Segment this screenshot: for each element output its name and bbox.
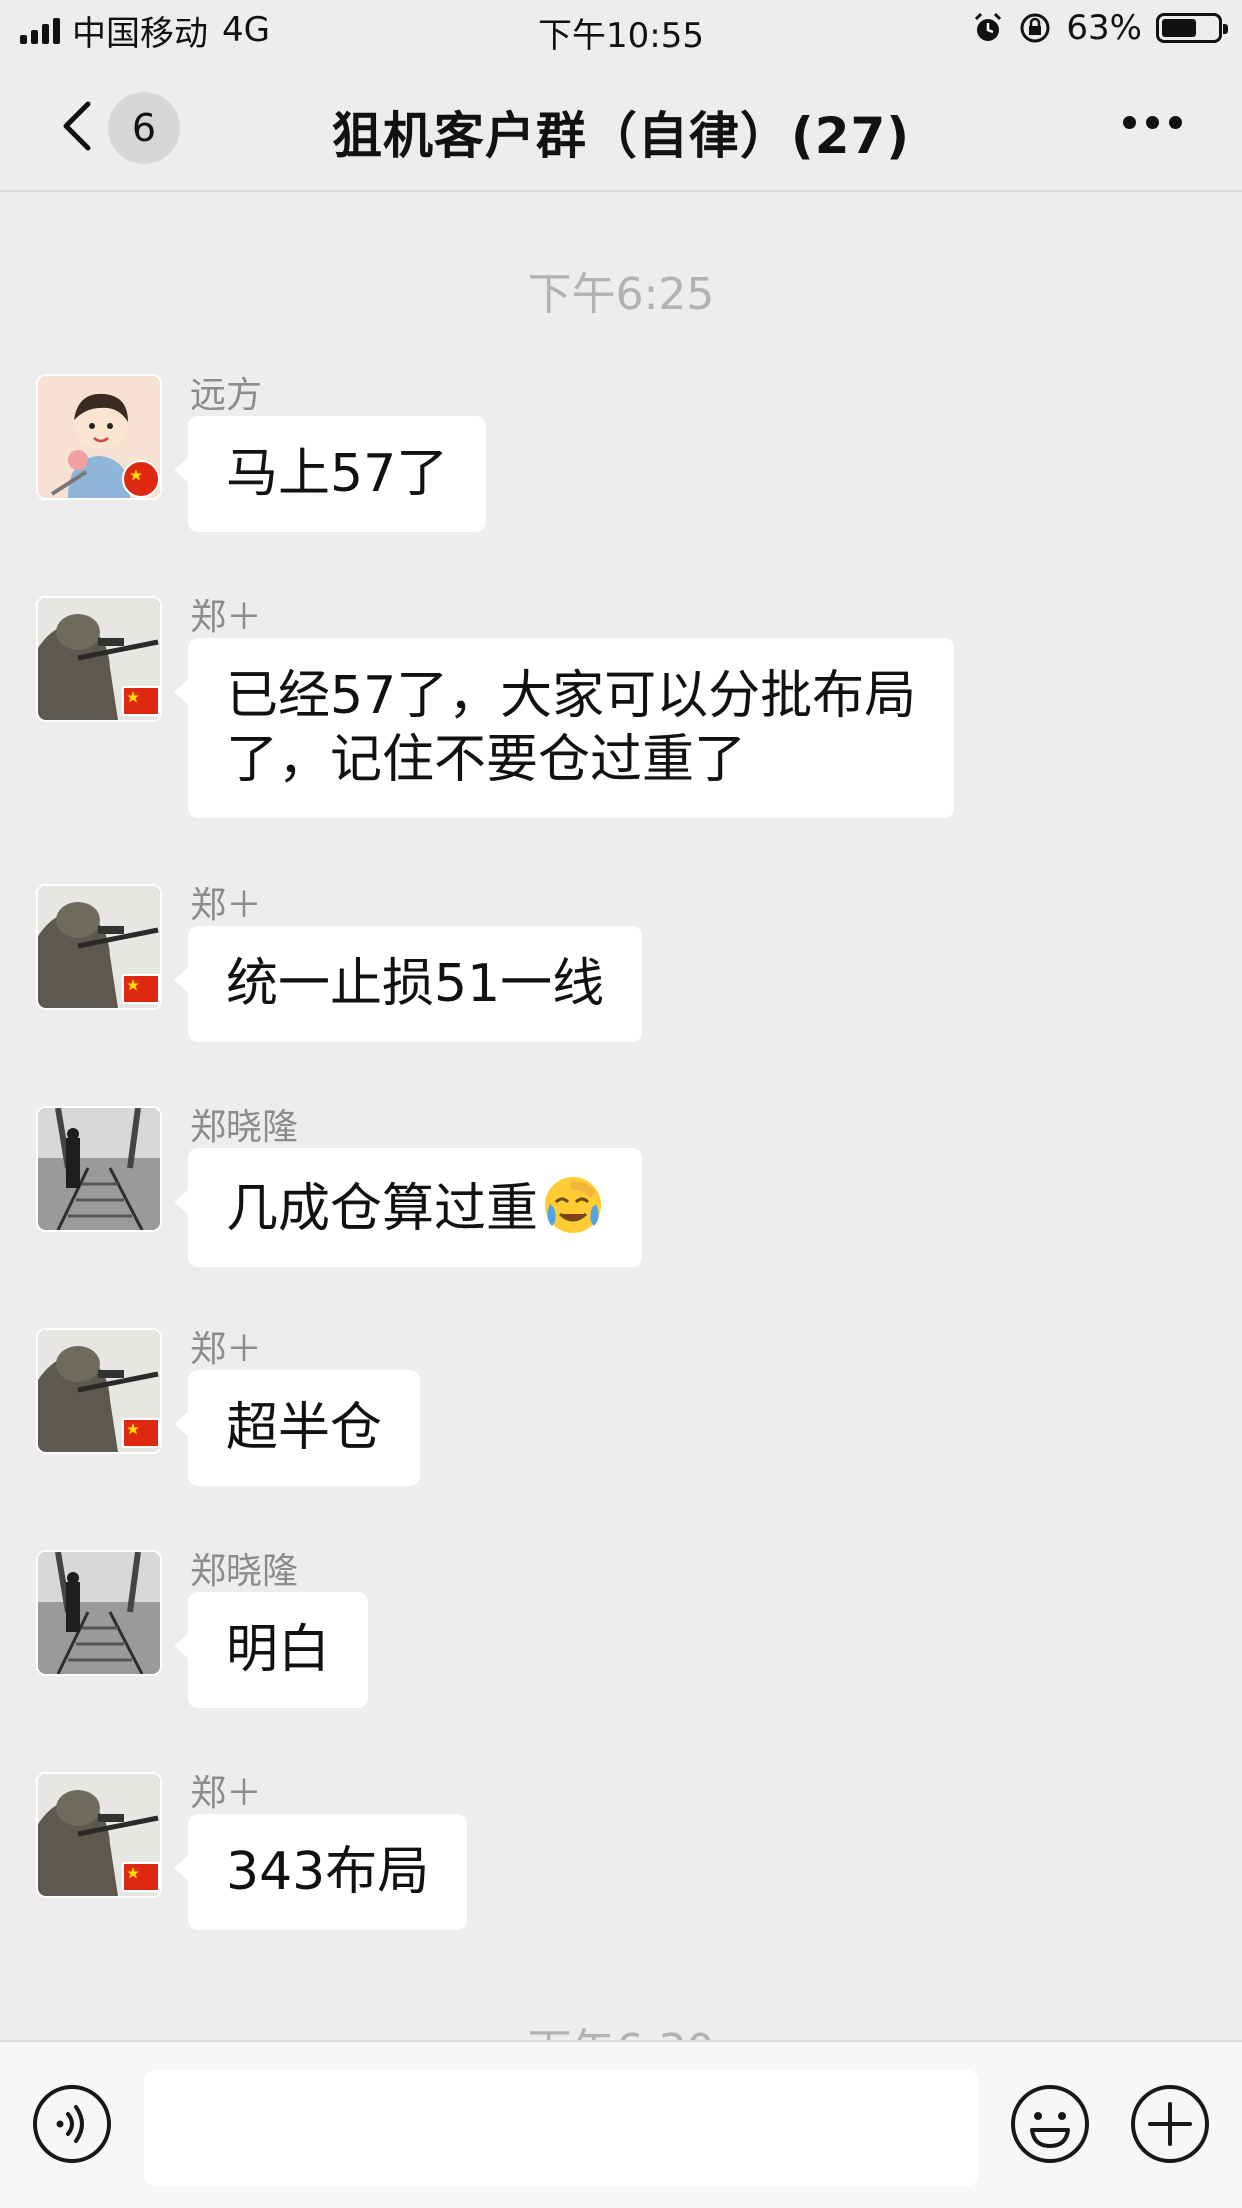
sender-name: 远方 [190, 375, 263, 416]
voice-icon[interactable] [32, 2084, 112, 2164]
message-input[interactable] [144, 2070, 978, 2186]
sender-name: 郑＋ [190, 1329, 263, 1370]
message-line: 了，记住不要仓过重了 [226, 730, 747, 790]
sender-name: 郑晓隆 [190, 1107, 299, 1148]
china-flag-icon [122, 1862, 160, 1892]
face-palm-crying-emoji [545, 1177, 602, 1233]
status-right: 63% [972, 8, 1228, 48]
message-bubble[interactable]: 马上57了 [173, 416, 487, 532]
message-bubble[interactable]: 几成仓算过重 [173, 1148, 643, 1267]
sender-name: 郑＋ [190, 885, 263, 926]
rotation-lock-icon [1020, 13, 1050, 43]
railway-avatar[interactable] [36, 1106, 162, 1232]
message-bubble[interactable]: 超半仓 [173, 1370, 421, 1486]
china-flag-icon [122, 1418, 160, 1448]
cartoon-avatar[interactable] [36, 374, 162, 500]
chat-timestamp: 下午6:30 [0, 2014, 1242, 2040]
soldier-avatar[interactable] [36, 596, 162, 722]
message-bubble[interactable]: 明白 [173, 1592, 369, 1708]
message-bubble[interactable]: 已经57了，大家可以分批布局 了，记住不要仓过重了 [173, 638, 955, 818]
battery-icon [1156, 13, 1228, 43]
message-line: 已经57了，大家可以分批布局 [226, 666, 917, 726]
sender-name: 郑晓隆 [190, 1551, 299, 1592]
message-bubble[interactable]: 343布局 [173, 1814, 468, 1930]
message-bubble[interactable]: 统一止损51一线 [173, 926, 643, 1042]
china-flag-icon [122, 686, 160, 716]
message-list[interactable]: 下午6:25 远方 马上57了 郑＋ 已经57了，大家可以分批布局 了，记住不要… [0, 194, 1242, 2040]
sender-name: 郑＋ [190, 1773, 263, 1814]
message-text: 几成仓算过重 [226, 1179, 539, 1239]
status-bar: 中国移动 4G 下午10:55 63% [0, 0, 1242, 60]
sender-name: 郑＋ [190, 597, 263, 638]
soldier-avatar[interactable] [36, 884, 162, 1010]
alarm-icon [975, 12, 1002, 41]
railway-avatar[interactable] [36, 1550, 162, 1676]
smiley-icon[interactable] [1010, 2084, 1090, 2164]
battery-percent: 63% [1066, 8, 1142, 48]
more-dots-icon[interactable] [1123, 116, 1182, 129]
nav-bar: 6 狙机客户群（自律）(27) [0, 60, 1242, 192]
chat-title: 狙机客户群（自律）(27) [331, 107, 911, 165]
soldier-avatar[interactable] [36, 1328, 162, 1454]
china-flag-icon [122, 460, 160, 498]
soldier-avatar[interactable] [36, 1772, 162, 1898]
plus-circle-icon[interactable] [1130, 2084, 1210, 2164]
input-bar [0, 2040, 1242, 2208]
china-flag-icon [122, 974, 160, 1004]
chat-timestamp: 下午6:25 [527, 269, 715, 320]
